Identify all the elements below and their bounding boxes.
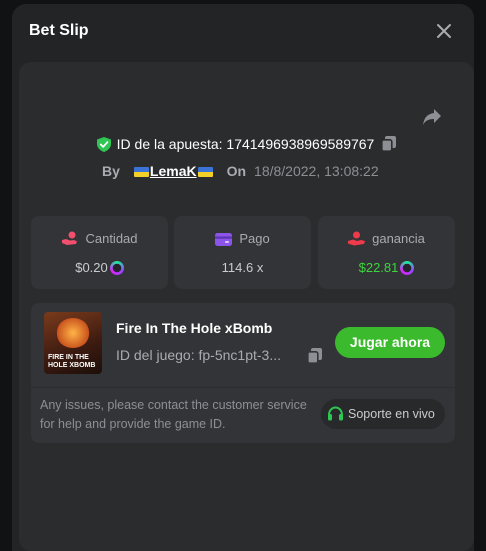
shield-check-icon — [96, 137, 111, 152]
game-card: FIRE IN THE HOLE XBOMB Fire In The Hole … — [31, 303, 455, 443]
bet-details-card: ID de la apuesta: 1741496938969589767 By… — [19, 62, 474, 551]
stat-profit-value: $22.81 — [358, 260, 399, 275]
on-label: On — [226, 163, 247, 179]
copy-icon[interactable] — [307, 348, 322, 364]
bet-stats: Cantidad $0.20 Pago 114.6 x ganancia $22… — [31, 216, 455, 289]
bet-id-label: ID de la apuesta: — [116, 136, 223, 152]
bettor-row: By LemaK On 18/8/2022, 13:08:22 — [102, 163, 379, 179]
stat-amount-label: Cantidad — [85, 231, 138, 246]
share-icon[interactable] — [422, 108, 442, 126]
stat-amount-value: $0.20 — [75, 260, 108, 275]
close-icon[interactable] — [436, 23, 452, 39]
bet-datetime: 18/8/2022, 13:08:22 — [254, 163, 379, 179]
stat-profit: ganancia $22.81 — [318, 216, 455, 289]
ukraine-flag-icon — [133, 167, 149, 177]
game-id: ID del juego: fp-5nc1pt-3... — [116, 347, 281, 363]
bet-id-row: ID de la apuesta: 1741496938969589767 — [19, 136, 474, 152]
username-link[interactable]: LemaK — [150, 163, 197, 179]
stat-payout: Pago 114.6 x — [174, 216, 311, 289]
play-now-button[interactable]: Jugar ahora — [335, 327, 445, 358]
solana-coin-icon — [400, 261, 415, 275]
ukraine-flag-icon — [197, 167, 213, 177]
live-support-button[interactable]: Soporte en vivo — [321, 399, 445, 429]
stat-payout-label: Pago — [239, 231, 270, 246]
live-support-label: Soporte en vivo — [348, 407, 435, 421]
bet-slip-modal: Bet Slip ID de la apuesta: 1741496938969… — [12, 4, 474, 551]
by-label: By — [102, 163, 120, 179]
wallet-card-icon — [215, 233, 233, 246]
modal-header: Bet Slip — [12, 4, 474, 60]
copy-icon[interactable] — [381, 136, 397, 152]
modal-title: Bet Slip — [29, 22, 89, 39]
game-name: Fire In The Hole xBomb — [116, 320, 273, 336]
coins-hand-icon — [62, 231, 78, 245]
game-thumbnail[interactable]: FIRE IN THE HOLE XBOMB — [44, 312, 102, 374]
bet-id-value: 1741496938969589767 — [226, 136, 375, 152]
divider — [31, 387, 455, 388]
support-text: Any issues, please contact the customer … — [40, 398, 307, 431]
stat-payout-value: 114.6 x — [221, 260, 264, 275]
solana-coin-icon — [109, 261, 124, 275]
profit-hand-icon — [348, 231, 366, 246]
game-thumbnail-text: FIRE IN THE HOLE XBOMB — [48, 354, 96, 369]
stat-amount: Cantidad $0.20 — [31, 216, 168, 289]
headset-icon — [328, 406, 343, 421]
stat-profit-label: ganancia — [372, 231, 425, 246]
